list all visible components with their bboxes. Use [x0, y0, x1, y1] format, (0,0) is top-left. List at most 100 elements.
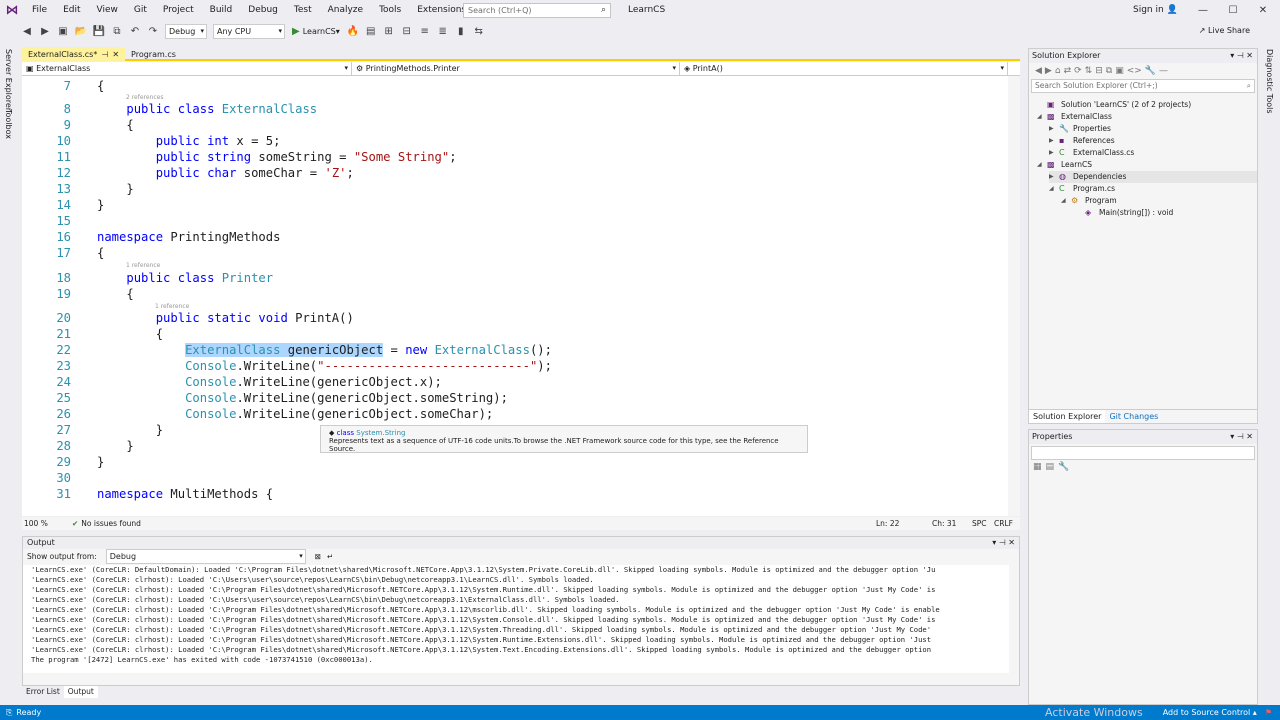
- hot-reload-icon[interactable]: 🔥: [345, 23, 361, 39]
- toolbar-icon[interactable]: ▤: [363, 23, 379, 39]
- tree-item[interactable]: ▶ 🔧 Properties: [1049, 123, 1111, 135]
- tab-git-changes[interactable]: Git Changes: [1105, 410, 1162, 423]
- comment-icon[interactable]: ≡: [417, 23, 433, 39]
- word-wrap-icon[interactable]: ↵: [327, 552, 333, 561]
- forward-icon[interactable]: ▶: [37, 23, 53, 39]
- expand-arrow-icon[interactable]: ▶: [1049, 123, 1059, 135]
- tab-error-list[interactable]: Error List: [22, 686, 64, 698]
- preview-icon[interactable]: ▣: [1115, 66, 1124, 76]
- tree-item[interactable]: ▶ ◍ Dependencies: [1049, 171, 1257, 183]
- expand-arrow-icon[interactable]: ◢: [1037, 159, 1047, 171]
- properties-wrench-icon[interactable]: 🔧: [1145, 66, 1156, 76]
- code-line[interactable]: 24 Console.WriteLine(genericObject.x);: [22, 374, 1008, 390]
- expand-arrow-icon[interactable]: ▶: [1049, 171, 1059, 183]
- member-dropdown[interactable]: ◈ PrintA() ▾: [680, 62, 1008, 76]
- menu-analyze[interactable]: Analyze: [320, 0, 371, 21]
- editor-vertical-scrollbar[interactable]: [1008, 76, 1020, 516]
- sync-icon[interactable]: ⇅: [1085, 66, 1093, 76]
- search-input[interactable]: Search (Ctrl+Q) ⌕: [463, 3, 611, 18]
- code-line[interactable]: 14}: [22, 197, 1008, 213]
- output-text[interactable]: 'LearnCS.exe' (CoreCLR: DefaultDomain): …: [23, 565, 1009, 673]
- minimize-button[interactable]: —: [1188, 0, 1218, 21]
- tree-item[interactable]: ▶ ▪ References: [1049, 135, 1115, 147]
- menu-debug[interactable]: Debug: [240, 0, 286, 21]
- toolbox-tab[interactable]: Toolbox: [4, 109, 13, 139]
- live-share-button[interactable]: ↗ Live Share: [1199, 24, 1250, 38]
- new-project-icon[interactable]: ▣: [55, 23, 71, 39]
- tree-item[interactable]: ◢ ▩ ExternalClass: [1037, 111, 1112, 123]
- dash-icon[interactable]: —: [1159, 66, 1168, 76]
- tree-item[interactable]: ▣ Solution 'LearnCS' (2 of 2 projects): [1037, 99, 1191, 111]
- code-icon[interactable]: <>: [1127, 66, 1142, 76]
- zoom-level[interactable]: 100 %: [22, 519, 72, 528]
- open-icon[interactable]: 📂: [73, 23, 89, 39]
- save-all-icon[interactable]: ⧉: [109, 23, 125, 39]
- code-line[interactable]: 31 namespace MultiMethods {: [22, 486, 1008, 502]
- platform-dropdown[interactable]: Any CPU ▾: [213, 23, 285, 39]
- panel-controls[interactable]: ▾ ⊣ ✕: [1230, 430, 1253, 444]
- code-line[interactable]: 7{: [22, 78, 1008, 94]
- menu-tools[interactable]: Tools: [371, 0, 409, 21]
- tab-output[interactable]: Output: [63, 686, 98, 698]
- code-line[interactable]: 23 Console.WriteLine("------------------…: [22, 358, 1008, 374]
- code-line[interactable]: 30: [22, 470, 1008, 486]
- panel-controls[interactable]: ▾ ⊣ ✕: [992, 537, 1015, 549]
- code-line[interactable]: 8 public class ExternalClass: [22, 101, 1008, 117]
- menu-git[interactable]: Git: [126, 0, 155, 21]
- code-line[interactable]: 20 public static void PrintA(): [22, 310, 1008, 326]
- sign-in-link[interactable]: Sign in 👤: [1133, 0, 1178, 21]
- tree-item[interactable]: ◈ Main(string[]) : void: [1075, 207, 1173, 219]
- clear-all-icon[interactable]: ⊠: [315, 552, 321, 561]
- undo-icon[interactable]: ↶: [127, 23, 143, 39]
- menu-file[interactable]: File: [24, 0, 55, 21]
- switch-views-icon[interactable]: ⇄: [1064, 66, 1072, 76]
- close-window-button[interactable]: ✕: [1248, 0, 1278, 21]
- configuration-dropdown[interactable]: Debug ▾: [165, 23, 207, 39]
- code-line[interactable]: 29}: [22, 454, 1008, 470]
- redo-icon[interactable]: ↷: [145, 23, 161, 39]
- categorized-icon[interactable]: ▦: [1033, 462, 1042, 472]
- back-icon[interactable]: ◀: [19, 23, 35, 39]
- tree-item[interactable]: ▶ C ExternalClass.cs: [1049, 147, 1134, 159]
- tab-solution-explorer[interactable]: Solution Explorer: [1029, 410, 1106, 423]
- menu-test[interactable]: Test: [286, 0, 320, 21]
- code-editor[interactable]: 7{ 8 public class ExternalClass 9 {10 publ…: [22, 76, 1020, 516]
- code-line[interactable]: 11 public string someString = "Some Stri…: [22, 149, 1008, 165]
- expand-arrow-icon[interactable]: ◢: [1037, 111, 1047, 123]
- code-line[interactable]: 13 }: [22, 181, 1008, 197]
- collapse-all-icon[interactable]: ⊟: [1095, 66, 1103, 76]
- toolbar-icon[interactable]: ⇆: [471, 23, 487, 39]
- issues-status[interactable]: No issues found: [81, 519, 201, 528]
- expand-arrow-icon[interactable]: ◢: [1049, 183, 1059, 195]
- menu-edit[interactable]: Edit: [55, 0, 88, 21]
- code-line[interactable]: 25 Console.WriteLine(genericObject.someS…: [22, 390, 1008, 406]
- back-icon[interactable]: ◀: [1035, 66, 1042, 76]
- toolbar-icon[interactable]: ⊞: [381, 23, 397, 39]
- save-icon[interactable]: 💾: [91, 23, 107, 39]
- tab-program[interactable]: Program.cs: [125, 47, 182, 61]
- tree-item[interactable]: ◢ ▩ LearnCS: [1037, 159, 1092, 171]
- code-line[interactable]: 12 public char someChar = 'Z';: [22, 165, 1008, 181]
- output-source-dropdown[interactable]: Debug ▾: [105, 548, 306, 564]
- type-dropdown[interactable]: ⚙ PrintingMethods.Printer ▾: [352, 62, 680, 76]
- close-icon[interactable]: ✕: [112, 48, 119, 61]
- pin-icon[interactable]: ⊣: [101, 48, 108, 61]
- code-line[interactable]: 10 public int x = 5;: [22, 133, 1008, 149]
- solution-explorer-search[interactable]: Search Solution Explorer (Ctrl+;) ⌕: [1031, 79, 1255, 93]
- notification-icon[interactable]: ⚑: [1265, 708, 1272, 717]
- codelens-references[interactable]: 2 references: [126, 94, 164, 101]
- alphabetical-icon[interactable]: ▤: [1046, 462, 1055, 472]
- panel-controls[interactable]: ▾ ⊣ ✕: [1230, 49, 1253, 63]
- code-line[interactable]: 15: [22, 213, 1008, 229]
- server-explorer-tab[interactable]: Server Explorer: [4, 49, 13, 111]
- codelens-references[interactable]: 1 reference: [155, 303, 189, 310]
- pending-changes-icon[interactable]: ⟳: [1074, 66, 1082, 76]
- bookmark-icon[interactable]: ▮: [453, 23, 469, 39]
- diagnostic-tools-tab[interactable]: Diagnostic Tools: [1265, 49, 1274, 114]
- code-line[interactable]: 16 namespace PrintingMethods: [22, 229, 1008, 245]
- show-all-files-icon[interactable]: ⧉: [1106, 66, 1112, 76]
- menu-build[interactable]: Build: [202, 0, 241, 21]
- code-line[interactable]: 19 {: [22, 286, 1008, 302]
- code-line[interactable]: 9 {: [22, 117, 1008, 133]
- expand-arrow-icon[interactable]: ◢: [1061, 195, 1071, 207]
